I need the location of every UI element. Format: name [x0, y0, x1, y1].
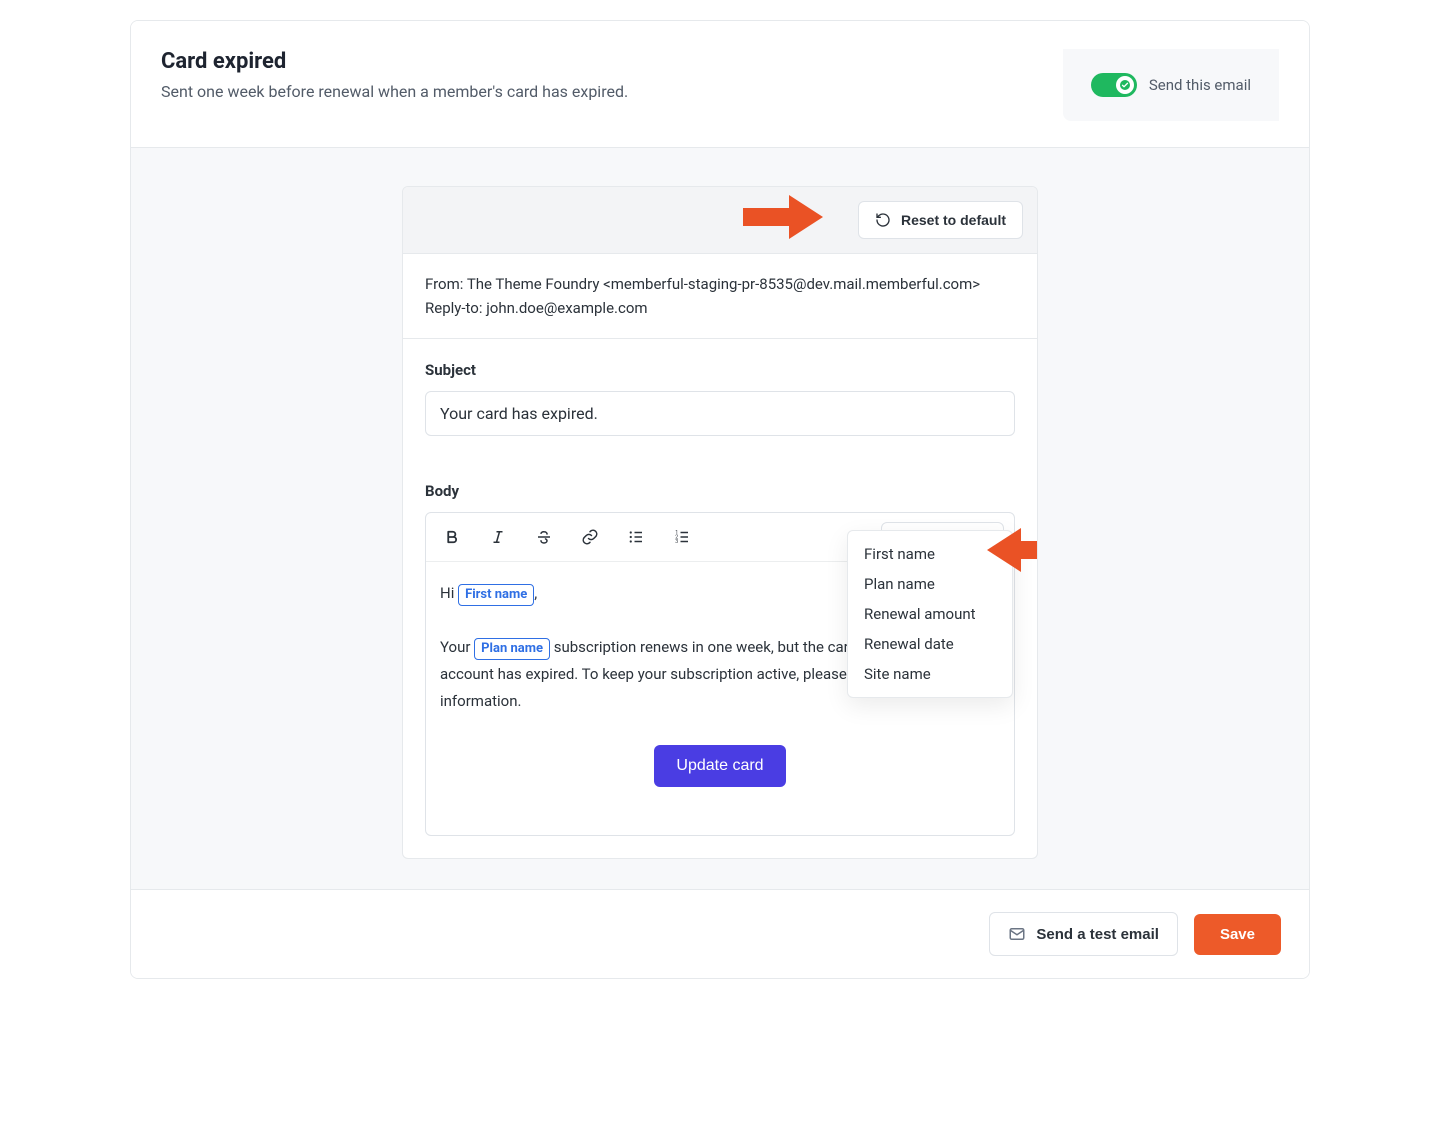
- replyto-value: john.doe@example.com: [486, 299, 647, 317]
- annotation-arrow-icon: [987, 528, 1038, 572]
- para-pre: Your: [440, 638, 474, 656]
- variable-tag-plan-name[interactable]: Plan name: [474, 638, 550, 660]
- page-description: Sent one week before renewal when a memb…: [161, 82, 628, 101]
- send-test-email-label: Send a test email: [1036, 926, 1159, 943]
- dropdown-item-plan-name[interactable]: Plan name: [848, 569, 1012, 599]
- greeting-pre: Hi: [440, 584, 458, 602]
- variable-tag-first-name[interactable]: First name: [458, 584, 534, 606]
- annotation-arrow-icon: [743, 195, 823, 239]
- replyto-line: Reply-to: john.doe@example.com: [425, 296, 1015, 320]
- subject-label: Subject: [425, 361, 1015, 379]
- update-card-button[interactable]: Update card: [654, 745, 785, 787]
- from-line: From: The Theme Foundry <memberful-stagi…: [425, 272, 1015, 296]
- update-card-wrap: Update card: [440, 715, 1000, 811]
- strikethrough-button[interactable]: [528, 521, 560, 553]
- from-value: The Theme Foundry <memberful-staging-pr-…: [467, 275, 980, 293]
- send-test-email-button[interactable]: Send a test email: [989, 912, 1178, 956]
- subject-input[interactable]: [425, 391, 1015, 436]
- mail-icon: [1008, 925, 1026, 943]
- reset-button-label: Reset to default: [901, 212, 1006, 228]
- header-text-block: Card expired Sent one week before renewa…: [161, 49, 628, 101]
- replyto-label: Reply-to:: [425, 299, 482, 317]
- bold-icon: [443, 528, 461, 546]
- panel-footer: Send a test email Save: [131, 889, 1309, 978]
- dropdown-item-renewal-amount[interactable]: Renewal amount: [848, 599, 1012, 629]
- check-icon: [1119, 79, 1131, 91]
- numbered-list-icon: 123: [673, 528, 691, 546]
- from-label: From:: [425, 275, 463, 293]
- link-icon: [581, 528, 599, 546]
- strikethrough-icon: [535, 528, 553, 546]
- bullet-list-button[interactable]: [620, 521, 652, 553]
- toggle-knob: [1116, 76, 1134, 94]
- italic-button[interactable]: [482, 521, 514, 553]
- send-email-toggle-container: Send this email: [1063, 49, 1279, 121]
- email-editor-card: Reset to default From: The Theme Foundry…: [402, 186, 1038, 859]
- editor-body-area: Reset to default From: The Theme Foundry…: [131, 148, 1309, 889]
- reset-to-default-button[interactable]: Reset to default: [858, 201, 1023, 239]
- dropdown-item-site-name[interactable]: Site name: [848, 659, 1012, 689]
- link-button[interactable]: [574, 521, 606, 553]
- numbered-list-button[interactable]: 123: [666, 521, 698, 553]
- send-email-label: Send this email: [1149, 76, 1251, 94]
- bold-button[interactable]: [436, 521, 468, 553]
- dropdown-item-renewal-date[interactable]: Renewal date: [848, 629, 1012, 659]
- subject-section: Subject: [403, 339, 1037, 460]
- reset-bar: Reset to default: [403, 187, 1037, 254]
- page-title: Card expired: [161, 49, 628, 74]
- save-button[interactable]: Save: [1194, 914, 1281, 955]
- email-settings-panel: Card expired Sent one week before renewa…: [130, 20, 1310, 979]
- panel-header: Card expired Sent one week before renewa…: [131, 21, 1309, 148]
- svg-text:3: 3: [675, 539, 678, 545]
- send-email-toggle[interactable]: [1091, 73, 1137, 97]
- from-replyto-block: From: The Theme Foundry <memberful-stagi…: [403, 254, 1037, 339]
- body-label: Body: [425, 482, 1015, 500]
- bullet-list-icon: [627, 528, 645, 546]
- reset-icon: [875, 212, 891, 228]
- greeting-post: ,: [534, 584, 537, 602]
- body-section: Body: [403, 460, 1037, 858]
- italic-icon: [489, 528, 507, 546]
